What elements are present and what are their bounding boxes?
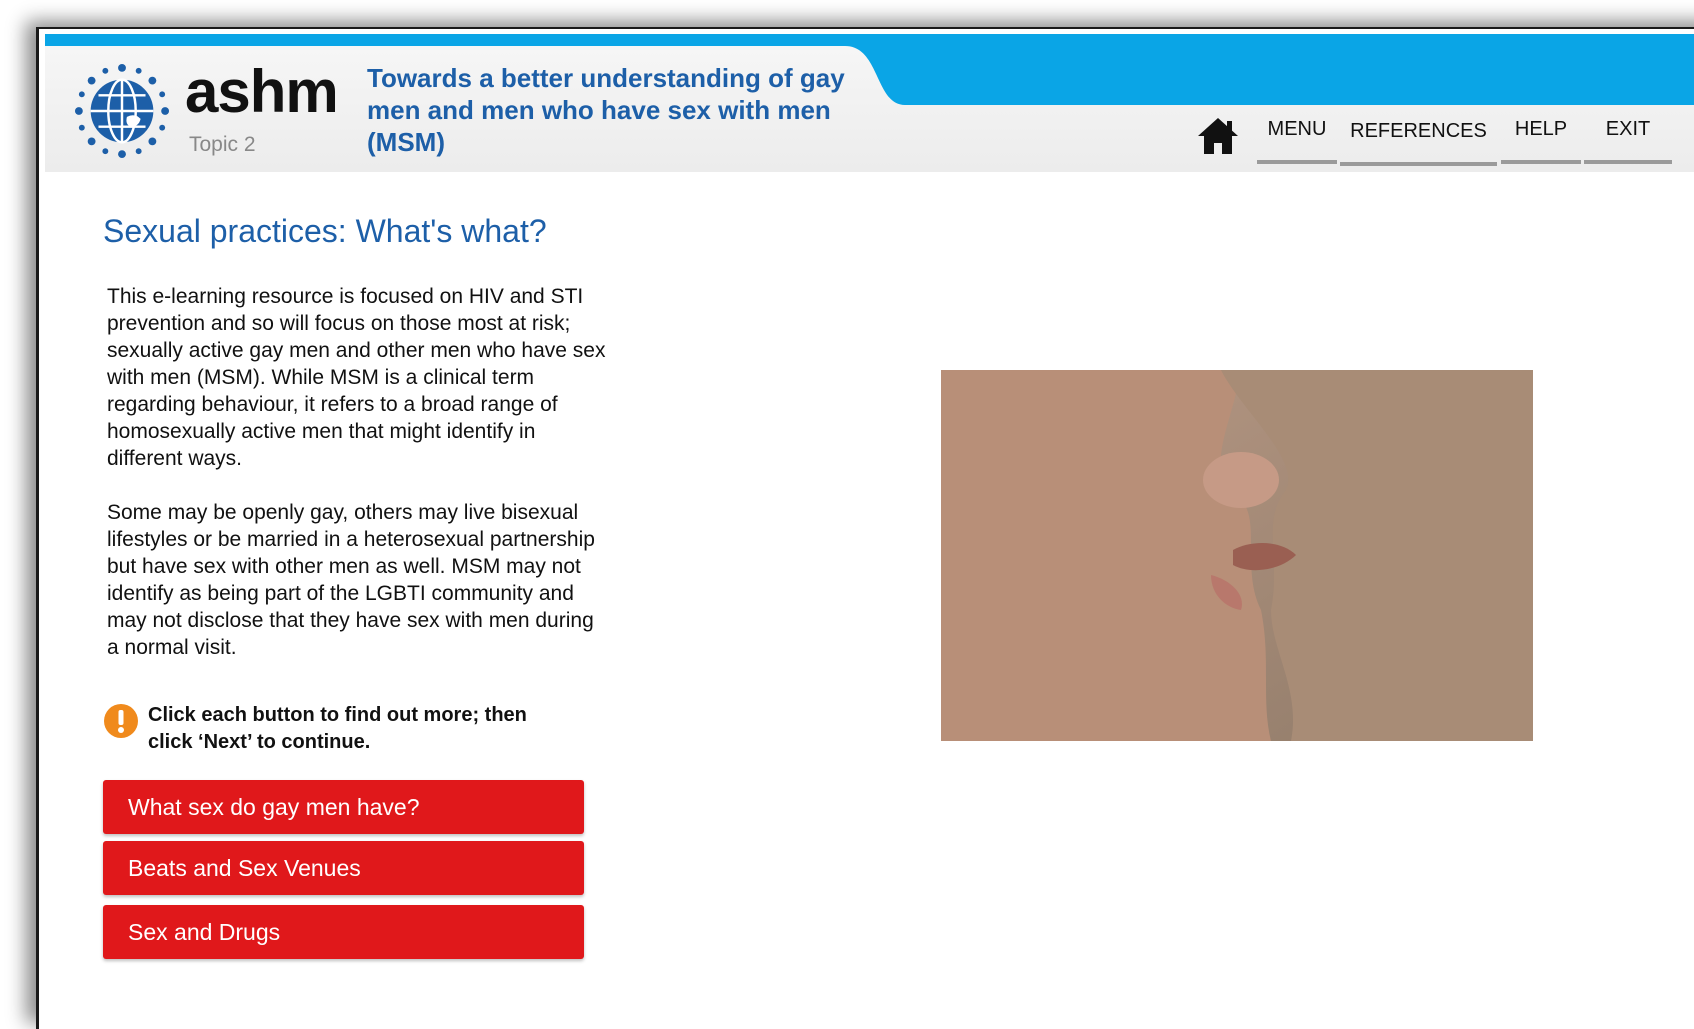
intro-paragraph: This e-learning resource is focused on H…: [107, 285, 606, 470]
page-title: Sexual practices: What's what?: [103, 213, 547, 249]
beats-venues-button[interactable]: Beats and Sex Venues: [103, 841, 584, 895]
brand-logo-text: ashm: [185, 58, 339, 125]
instruction-text: Click each button to find out more; then…: [148, 704, 527, 753]
nav-help[interactable]: HELP: [1501, 118, 1581, 164]
globe-logo-icon: [74, 63, 170, 159]
nav-references[interactable]: REFERENCES: [1340, 120, 1497, 166]
kissing-men-photo: [941, 370, 1533, 741]
sex-drugs-button[interactable]: Sex and Drugs: [103, 905, 584, 959]
detail-paragraph: Some may be openly gay, others may live …: [107, 501, 595, 659]
exclamation-icon: [104, 704, 138, 738]
nav-exit[interactable]: EXIT: [1584, 118, 1672, 164]
house-icon[interactable]: [1196, 116, 1240, 156]
topic-label: Topic 2: [189, 133, 256, 156]
nav-menu[interactable]: MENU: [1257, 118, 1337, 164]
what-sex-button[interactable]: What sex do gay men have?: [103, 780, 584, 834]
course-title: Towards a better understanding of gay me…: [367, 63, 845, 157]
